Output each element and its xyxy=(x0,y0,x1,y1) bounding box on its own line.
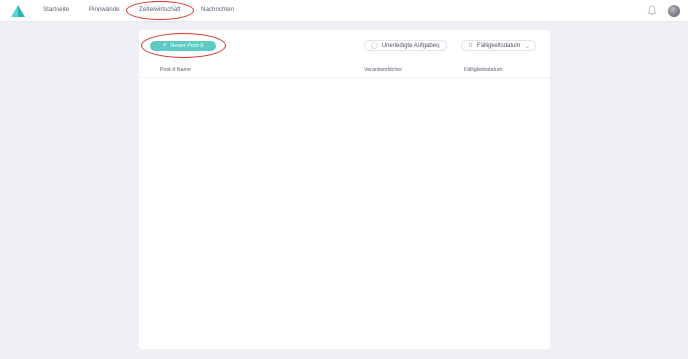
sort-select-value: Fälligkeitsdatum xyxy=(477,42,521,49)
avatar[interactable] xyxy=(668,5,680,17)
column-header-verantwortlicher[interactable]: Verantwortlicher xyxy=(364,67,402,73)
column-header-postit-name[interactable]: Post-It Name xyxy=(160,67,191,73)
app-logo-icon[interactable] xyxy=(11,5,25,17)
circle-check-icon: ◯ xyxy=(371,43,378,49)
bell-icon[interactable] xyxy=(647,5,657,16)
chevron-down-icon: ⌄ xyxy=(435,44,441,50)
new-postit-button-label: Neuer Post-It xyxy=(170,43,204,49)
sort-icon: ⇅ xyxy=(468,43,474,49)
nav-item-nachrichten[interactable]: Nachrichten xyxy=(201,6,234,13)
nav-item-pinnwaende[interactable]: Pinnwände xyxy=(89,6,120,13)
nav-item-zettelwirtschaft[interactable]: Zettelwirtschaft xyxy=(139,6,181,13)
sort-select[interactable]: ⇅ Fälligkeitsdatum ⌄ xyxy=(461,40,536,51)
column-header-faelligkeitsdatum[interactable]: Fälligkeitsdatum xyxy=(464,67,502,73)
top-navigation-bar: Startseite Pinnwände Zettelwirtschaft Na… xyxy=(0,0,688,22)
filter-select-value: Unerledigte Aufgaben xyxy=(381,42,440,49)
chevron-down-icon: ⌄ xyxy=(524,44,530,50)
new-postit-button[interactable]: + Neuer Post-It xyxy=(150,41,216,51)
plus-icon: + xyxy=(162,41,167,49)
table-header-divider xyxy=(139,77,550,78)
nav-item-startseite[interactable]: Startseite xyxy=(43,6,69,13)
filter-select[interactable]: ◯ Unerledigte Aufgaben ⌄ xyxy=(364,40,447,51)
